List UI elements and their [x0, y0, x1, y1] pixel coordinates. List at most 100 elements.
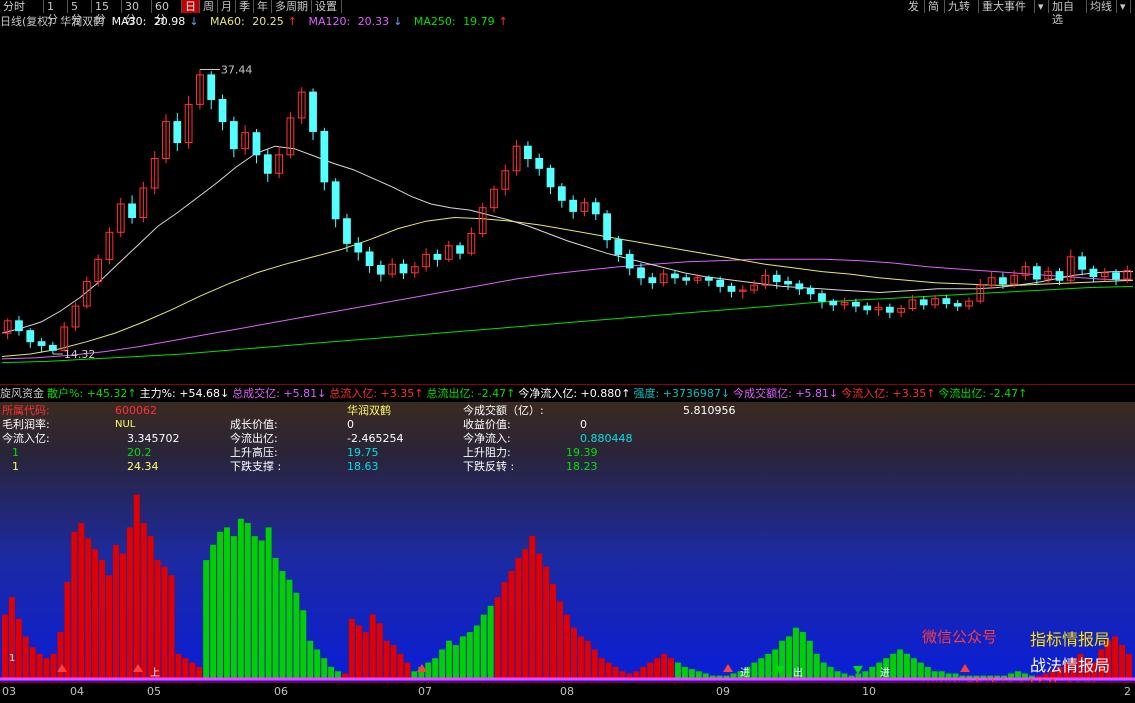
toolbar-right-button-1[interactable]: 简: [925, 0, 945, 13]
candle-body: [852, 301, 860, 307]
volume-axis-label: 1: [9, 653, 16, 664]
flow-bar: [36, 653, 43, 680]
flow-bar: [647, 662, 654, 680]
row1-mid: 20.2: [127, 446, 152, 459]
candle-body: [818, 293, 826, 302]
flow-bar: [543, 566, 550, 680]
flow-bar: [480, 614, 487, 680]
period-button-8[interactable]: 月: [218, 0, 236, 13]
candle-body: [365, 251, 374, 266]
flow-bar: [355, 625, 362, 680]
down-reversal-label: 下跌反转 :: [463, 460, 515, 473]
panel-separator: [0, 384, 1135, 385]
flow-bar: [446, 640, 452, 680]
flow-bar: [758, 658, 765, 680]
flow-bar: [8, 597, 15, 680]
flow-bar: [786, 636, 792, 680]
candle-body: [569, 199, 578, 212]
up-resist-label: 上升阻力:: [463, 446, 511, 459]
candle-body: [919, 299, 928, 306]
flow-bar: [64, 581, 71, 680]
flow-bar: [584, 640, 591, 680]
indicator-legend-item-8: 今成交额亿: +5.81↓: [733, 387, 839, 400]
candle-body: [704, 277, 713, 281]
flow-bar: [557, 601, 563, 680]
outflow-value: -2.465254: [347, 432, 404, 445]
flow-bar: [119, 553, 126, 680]
candle-body: [942, 298, 951, 305]
flow-bar: [661, 653, 668, 680]
flow-bar: [43, 658, 50, 680]
toolbar-right-button-6[interactable]: 均线: [1087, 0, 1117, 13]
period-button-6[interactable]: 日: [182, 0, 200, 13]
candle-body: [229, 121, 238, 150]
candle-body: [128, 203, 136, 219]
down-support-value: 18.63: [347, 460, 379, 473]
period-button-10[interactable]: 年: [254, 0, 272, 13]
candle-body: [456, 245, 464, 254]
ma60-line: [1, 216, 1134, 357]
candle-body: [885, 306, 894, 313]
period-button-12[interactable]: 设置: [312, 0, 342, 13]
candle-body: [1055, 271, 1064, 281]
toolbar-right-button-4[interactable]: ▾: [1035, 0, 1049, 13]
row2-mid: 24.34: [127, 460, 159, 473]
toolbar-right-button-5[interactable]: 加自选: [1049, 0, 1087, 26]
toolbar-right-button-2[interactable]: 九转: [945, 0, 979, 13]
candle-body: [1089, 268, 1098, 278]
wechat-label: 微信公众号: [922, 628, 998, 646]
period-button-5[interactable]: 60分: [152, 0, 182, 26]
flow-bar: [314, 649, 321, 680]
flow-bar: [577, 636, 584, 680]
stock-name: 华润双鹤: [60, 15, 105, 28]
flow-bar: [522, 549, 529, 680]
flow-bar: [654, 658, 661, 680]
flow-bar: [459, 636, 466, 680]
price-candlestick-chart[interactable]: 37.44 14.32: [0, 30, 1135, 384]
x-tick-label: 06: [274, 685, 288, 698]
period-button-1[interactable]: 1分: [44, 0, 68, 26]
flow-bar: [564, 614, 570, 680]
candle-body: [625, 253, 634, 269]
flow-bar: [210, 544, 217, 680]
period-button-7[interactable]: 周: [200, 0, 218, 13]
flow-bar: [244, 523, 251, 680]
growth-label: 成长价值:: [230, 418, 278, 431]
flow-bar: [57, 632, 64, 680]
candle-body: [727, 285, 736, 292]
toolbar-right-button-0[interactable]: 发: [905, 0, 925, 13]
indicator-legend-item-6: 今净流入亿: +0.880↑: [518, 387, 631, 400]
in-marker-2: 进: [880, 667, 890, 679]
flow-bar: [466, 632, 473, 680]
period-button-4[interactable]: 30分: [122, 0, 152, 26]
period-button-11[interactable]: 多周期: [272, 0, 312, 13]
ma60-legend: MA60: 20.25 ↑: [210, 15, 297, 28]
flow-bar: [772, 649, 779, 680]
period-button-3[interactable]: 15分: [92, 0, 122, 26]
netin-label: 今净流入:: [463, 432, 511, 445]
flow-bar: [515, 557, 522, 680]
candle-body: [614, 239, 623, 255]
flow-bar: [820, 662, 827, 680]
candle-body: [218, 98, 227, 123]
flow-bar: [71, 531, 78, 680]
row1-left: 1: [12, 446, 19, 459]
flow-bar: [487, 605, 494, 680]
candle-body: [37, 341, 46, 346]
flow-bar: [529, 536, 536, 680]
flow-bar: [307, 640, 314, 680]
x-tick-label: 2: [1124, 685, 1131, 698]
period-button-9[interactable]: 季: [236, 0, 254, 13]
row2-left: 1: [12, 460, 19, 473]
flow-bar: [508, 571, 515, 680]
candle-body: [637, 267, 645, 279]
toolbar-right-button-3[interactable]: 重大事件: [979, 0, 1035, 13]
flow-bar: [92, 549, 99, 680]
flow-bar: [106, 575, 112, 680]
candle-body: [49, 344, 57, 351]
period-button-2[interactable]: 5分: [68, 0, 92, 26]
period-button-0[interactable]: 分时: [0, 0, 44, 13]
toolbar-right-button-7[interactable]: ▾: [1117, 0, 1131, 13]
growth-value: 0: [347, 418, 354, 431]
name-value: 华润双鹤: [347, 404, 391, 417]
